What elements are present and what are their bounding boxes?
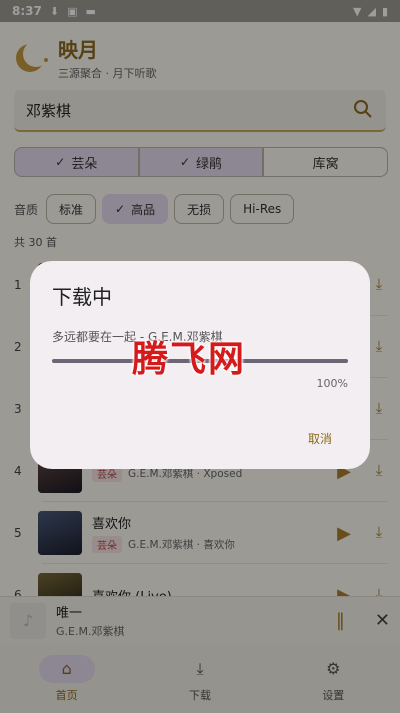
watermark-logo: 腾飞网 — [132, 338, 247, 380]
dialog-title: 下载中 — [52, 285, 112, 309]
cancel-button[interactable]: 取消 — [308, 430, 332, 447]
